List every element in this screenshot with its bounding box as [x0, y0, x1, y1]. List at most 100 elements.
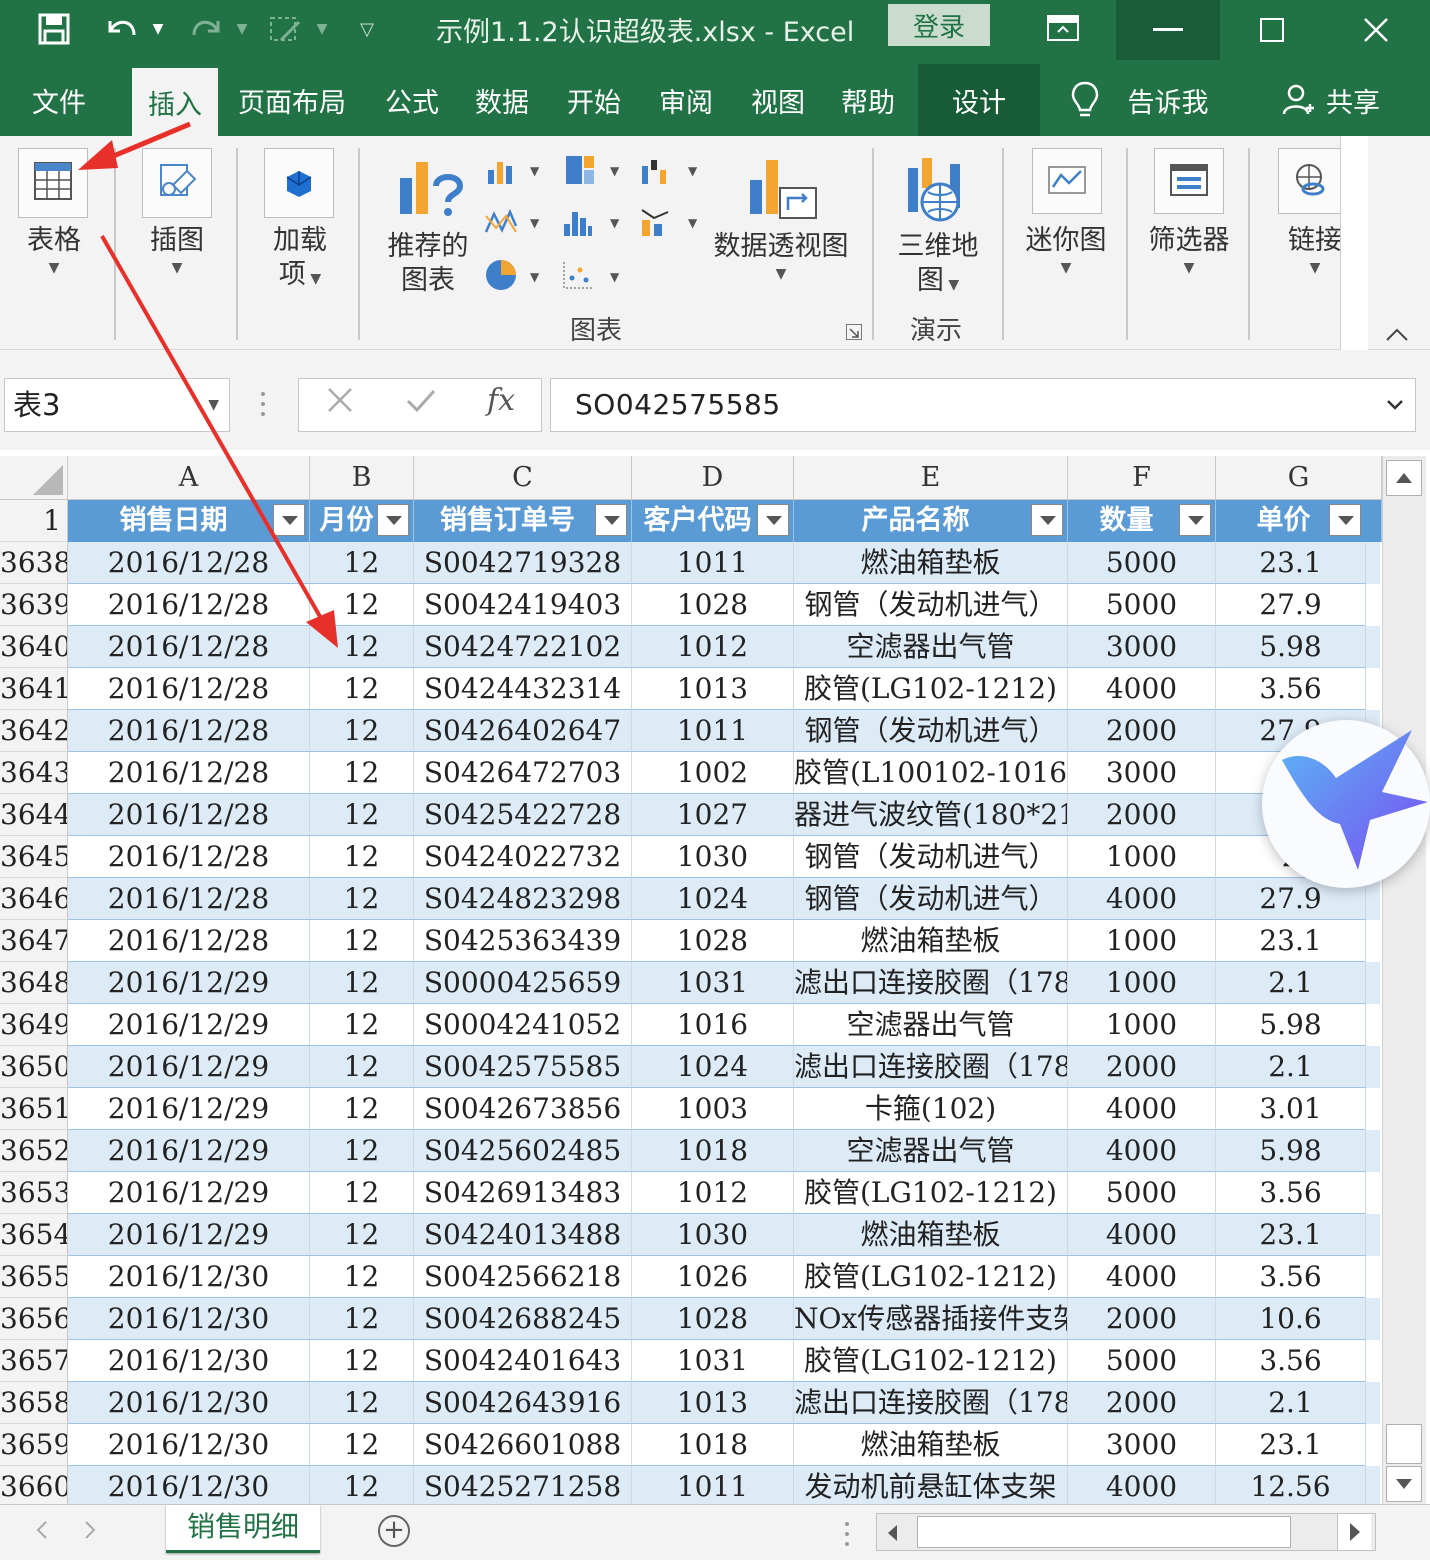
row-number[interactable]: 3648 — [0, 962, 68, 1004]
cell-quantity[interactable]: 5000 — [1068, 1172, 1216, 1214]
cell-product-name[interactable]: 钢管（发动机进气） — [794, 584, 1068, 626]
chevron-down-icon[interactable]: ▼ — [610, 216, 619, 230]
column-header-col-a[interactable]: A — [68, 456, 310, 500]
cell-customer-code[interactable]: 1011 — [632, 1466, 794, 1508]
table-icon[interactable] — [18, 148, 88, 218]
table-header-month[interactable]: 月份 — [310, 500, 414, 542]
row-number[interactable]: 3658 — [0, 1382, 68, 1424]
illustrations-icon[interactable] — [142, 148, 212, 218]
column-header-col-f[interactable]: F — [1068, 456, 1216, 500]
cell-unit-price[interactable]: 23.1 — [1216, 542, 1366, 584]
chevron-down-icon[interactable]: ▼ — [610, 164, 619, 178]
cell-sales-date[interactable]: 2016/12/28 — [68, 668, 310, 710]
cell-customer-code[interactable]: 1031 — [632, 962, 794, 1004]
cell-month[interactable]: 12 — [310, 668, 414, 710]
cell-sales-date[interactable]: 2016/12/28 — [68, 584, 310, 626]
row-number[interactable]: 3646 — [0, 878, 68, 920]
cell-month[interactable]: 12 — [310, 1382, 414, 1424]
cell-product-name[interactable]: 器进气波纹管(180*21 — [794, 794, 1068, 836]
pivot-chart-button[interactable]: 数据透视图 ▼ — [708, 230, 854, 284]
cell-sales-date[interactable]: 2016/12/28 — [68, 710, 310, 752]
cell-product-name[interactable]: 滤出口连接胶圈（178 — [794, 1046, 1068, 1088]
combo-chart-icon[interactable] — [640, 206, 670, 236]
cell-unit-price[interactable]: 3.56 — [1216, 1340, 1366, 1382]
row-number[interactable]: 3650 — [0, 1046, 68, 1088]
touch-dropdown-icon[interactable]: ▼ — [312, 8, 332, 50]
cell-quantity[interactable]: 5000 — [1068, 542, 1216, 584]
cell-customer-code[interactable]: 1012 — [632, 626, 794, 668]
cell-quantity[interactable]: 2000 — [1068, 1298, 1216, 1340]
maximize-icon[interactable] — [1240, 0, 1304, 60]
table-header-sales-date[interactable]: 销售日期 — [68, 500, 310, 542]
cell-product-name[interactable]: 钢管（发动机进气） — [794, 878, 1068, 920]
cell-customer-code[interactable]: 1026 — [632, 1256, 794, 1298]
cell-month[interactable]: 12 — [310, 920, 414, 962]
cell-sales-date[interactable]: 2016/12/29 — [68, 1214, 310, 1256]
cell-product-name[interactable]: 钢管（发动机进气） — [794, 710, 1068, 752]
scroll-down-icon[interactable] — [1386, 1466, 1422, 1502]
cancel-icon[interactable] — [325, 385, 355, 423]
tab-design[interactable]: 设计 — [918, 64, 1040, 136]
cell-month[interactable]: 12 — [310, 542, 414, 584]
cell-unit-price[interactable]: 5.98 — [1216, 626, 1366, 668]
cell-quantity[interactable]: 4000 — [1068, 1466, 1216, 1508]
addins-button[interactable]: 加载 项 ▼ — [258, 224, 342, 296]
cell-customer-code[interactable]: 1028 — [632, 1298, 794, 1340]
tell-me-search[interactable]: 告诉我 — [1118, 64, 1218, 136]
undo-dropdown-icon[interactable]: ▼ — [148, 8, 168, 50]
recommended-charts-button[interactable]: 推荐的 图表 — [380, 230, 476, 298]
link-icon[interactable] — [1278, 148, 1344, 214]
cell-order-number[interactable]: S0426601088 — [414, 1424, 632, 1466]
expand-formula-icon[interactable] — [1385, 379, 1405, 434]
tab-file[interactable]: 文件 — [14, 64, 104, 136]
cell-unit-price[interactable]: 3.56 — [1216, 1256, 1366, 1298]
cell-product-name[interactable]: 卡箍(102) — [794, 1088, 1068, 1130]
cell-sales-date[interactable]: 2016/12/28 — [68, 626, 310, 668]
cell-unit-price[interactable]: 5.98 — [1216, 1130, 1366, 1172]
cell-sales-date[interactable]: 2016/12/30 — [68, 1298, 310, 1340]
cell-customer-code[interactable]: 1011 — [632, 542, 794, 584]
cell-quantity[interactable]: 4000 — [1068, 668, 1216, 710]
row-number[interactable]: 3653 — [0, 1172, 68, 1214]
cell-product-name[interactable]: 燃油箱垫板 — [794, 920, 1068, 962]
filter-dropdown-icon[interactable] — [273, 504, 305, 536]
cell-quantity[interactable]: 3000 — [1068, 1424, 1216, 1466]
cell-product-name[interactable]: 空滤器出气管 — [794, 626, 1068, 668]
cell-sales-date[interactable]: 2016/12/30 — [68, 1256, 310, 1298]
statistic-chart-icon[interactable] — [562, 208, 592, 238]
cell-quantity[interactable]: 2000 — [1068, 1382, 1216, 1424]
cell-customer-code[interactable]: 1003 — [632, 1088, 794, 1130]
cell-product-name[interactable]: NOx传感器插接件支架 — [794, 1298, 1068, 1340]
close-icon[interactable] — [1344, 0, 1408, 60]
cell-quantity[interactable]: 5000 — [1068, 584, 1216, 626]
share-button[interactable]: 共享 — [1318, 64, 1388, 136]
tab-help[interactable]: 帮助 — [830, 64, 906, 136]
tab-formulas[interactable]: 公式 — [374, 64, 450, 136]
cell-product-name[interactable]: 燃油箱垫板 — [794, 1214, 1068, 1256]
horizontal-scroll-thumb[interactable] — [917, 1516, 1291, 1548]
pie-chart-icon[interactable] — [484, 258, 516, 290]
cell-month[interactable]: 12 — [310, 752, 414, 794]
row-number[interactable]: 3645 — [0, 836, 68, 878]
row-number[interactable]: 3655 — [0, 1256, 68, 1298]
cell-unit-price[interactable]: 23.1 — [1216, 1424, 1366, 1466]
formula-input[interactable]: SO042575585 — [550, 378, 1416, 432]
chevron-down-icon[interactable]: ▼ — [530, 216, 539, 230]
row-number[interactable]: 3644 — [0, 794, 68, 836]
cell-customer-code[interactable]: 1012 — [632, 1172, 794, 1214]
cell-unit-price[interactable]: 2.1 — [1216, 962, 1366, 1004]
cell-customer-code[interactable]: 1011 — [632, 710, 794, 752]
cell-order-number[interactable]: S0042419403 — [414, 584, 632, 626]
cell-quantity[interactable]: 3000 — [1068, 626, 1216, 668]
cell-quantity[interactable]: 4000 — [1068, 1256, 1216, 1298]
cell-sales-date[interactable]: 2016/12/28 — [68, 878, 310, 920]
cell-customer-code[interactable]: 1028 — [632, 584, 794, 626]
cell-sales-date[interactable]: 2016/12/28 — [68, 542, 310, 584]
cell-month[interactable]: 12 — [310, 1046, 414, 1088]
sheet-tab-sales-detail[interactable]: 销售明细 — [166, 1505, 320, 1553]
cell-customer-code[interactable]: 1024 — [632, 1046, 794, 1088]
3d-map-icon[interactable] — [902, 154, 974, 224]
vertical-scroll-thumb[interactable] — [1386, 1424, 1422, 1464]
row-number[interactable]: 3660 — [0, 1466, 68, 1508]
cell-sales-date[interactable]: 2016/12/29 — [68, 1004, 310, 1046]
